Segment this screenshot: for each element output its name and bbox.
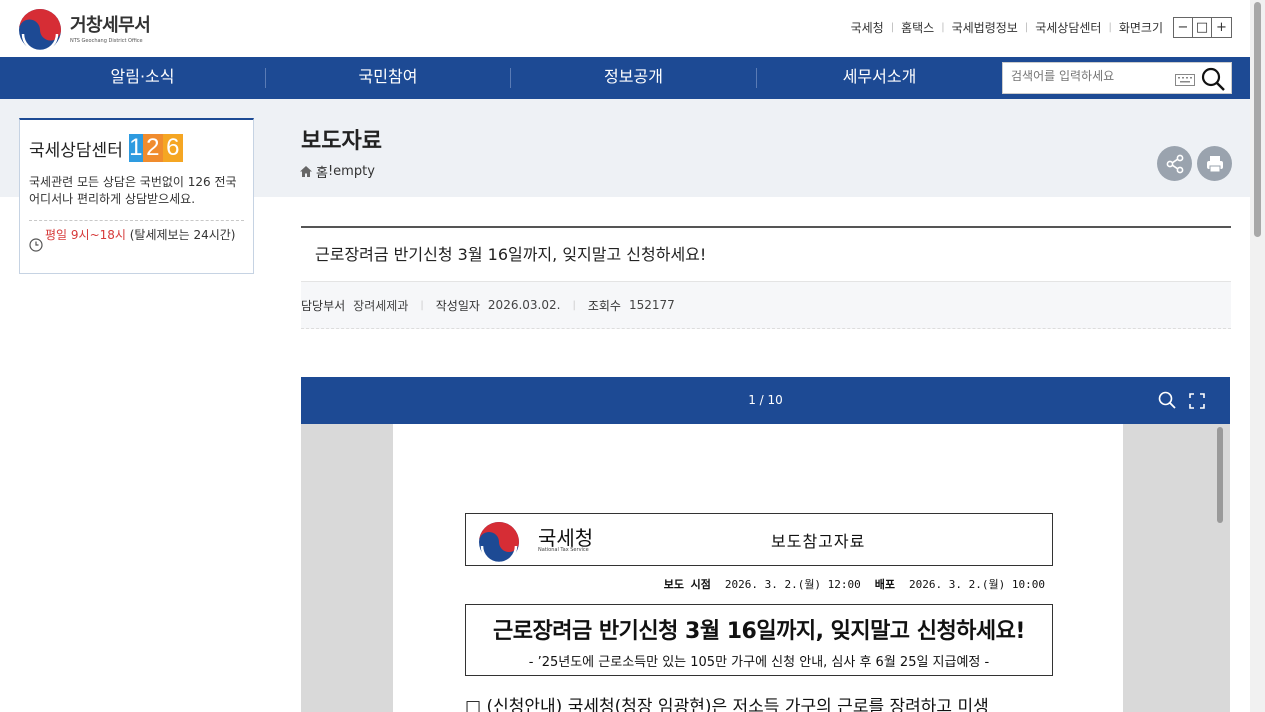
digit-6: 6 bbox=[162, 134, 183, 162]
page-title: 보도자료 bbox=[301, 129, 382, 154]
zoom-in-button[interactable]: + bbox=[1212, 18, 1231, 37]
distribute-label: 배포 bbox=[874, 578, 896, 591]
document-headline: 근로장려금 반기신청 3월 16일까지, 잊지말고 신청하세요! bbox=[493, 619, 1025, 644]
meta-divider: | bbox=[420, 299, 424, 311]
util-link-nts[interactable]: 국세청 bbox=[851, 19, 884, 36]
zoom-label: 화면크기 bbox=[1118, 21, 1163, 35]
util-divider: | bbox=[1108, 22, 1112, 33]
consult-title: 국세상담센터 bbox=[29, 140, 123, 161]
main-nav: 알림·소식 국민참여 정보공개 세무서소개 bbox=[0, 57, 1250, 99]
nav-item-participation[interactable]: 국민참여 bbox=[266, 57, 510, 99]
consult-hours: 평일 9시~18시 (탈세제보는 24시간) bbox=[29, 228, 251, 252]
search-icon[interactable] bbox=[1201, 67, 1225, 91]
consult-hours-weekday: 평일 9시~18시 bbox=[45, 228, 126, 242]
util-link-law-info[interactable]: 국세법령정보 bbox=[952, 19, 1018, 36]
print-icon bbox=[1206, 155, 1223, 172]
document-type: 보도참고자료 bbox=[771, 532, 866, 551]
zoom-out-button[interactable]: − bbox=[1174, 18, 1193, 37]
util-divider: | bbox=[1024, 22, 1029, 33]
meta-divider: | bbox=[572, 299, 576, 311]
digit-1: 1 bbox=[128, 134, 143, 162]
document-subhead: - ’25년도에 근로소득만 있는 105만 가구에 신청 안내, 심사 후 6… bbox=[528, 655, 990, 670]
consult-center-card[interactable]: 국세상담센터 1 2 6 국세관련 모든 상담은 국번없이 126 전국 어디서… bbox=[19, 118, 254, 274]
keyboard-icon[interactable] bbox=[1175, 74, 1195, 86]
consult-hours-note: (탈세제보는 24시간) bbox=[125, 228, 236, 242]
article-meta: 담당부서 장려세제과 | 작성일자 2026.03.02. | 조회수 1521… bbox=[301, 281, 1231, 329]
document-org-sub: National Tax Service bbox=[538, 547, 589, 553]
release-value: 2026. 3. 2.(월) 12:00 bbox=[724, 578, 861, 591]
site-logo[interactable]: 거창세무서 NTS Geochang District Office bbox=[18, 8, 151, 52]
utility-links: 국세청 | 홈택스 | 국세법령정보 | 국세상담센터 | 화면크기 − □ + bbox=[851, 17, 1232, 38]
page-scrollbar[interactable] bbox=[1250, 0, 1265, 712]
logo-title: 거창세무서 bbox=[70, 15, 151, 36]
breadcrumb: 홈 !empty bbox=[300, 162, 375, 181]
util-divider: | bbox=[890, 22, 895, 33]
breadcrumb-current: !empty bbox=[327, 164, 375, 179]
document-page: 국세청 National Tax Service 보도참고자료 보도 시점 202… bbox=[393, 424, 1123, 712]
document-header-box: 국세청 National Tax Service 보도참고자료 bbox=[465, 513, 1053, 566]
util-link-hometax[interactable]: 홈택스 bbox=[901, 19, 934, 36]
distribute-value: 2026. 3. 2.(월) 10:00 bbox=[909, 578, 1045, 591]
util-link-consult-center[interactable]: 국세상담센터 bbox=[1035, 19, 1101, 36]
release-label: 보도 시점 bbox=[663, 578, 711, 591]
util-divider: | bbox=[941, 22, 945, 33]
article-top-border bbox=[301, 226, 1231, 228]
share-icon bbox=[1166, 154, 1183, 173]
consult-number-126: 1 2 6 bbox=[128, 134, 183, 162]
zoom-reset-button[interactable]: □ bbox=[1193, 18, 1212, 37]
meta-views-label: 조회수 bbox=[587, 298, 621, 313]
consult-divider bbox=[29, 220, 244, 221]
zoom-controls: − □ + bbox=[1173, 17, 1232, 38]
viewer-search-icon[interactable] bbox=[1158, 391, 1176, 409]
document-body-line: □ (신청안내) 국세청(청장 임광현)은 저소득 가구의 근로를 장려하고 미… bbox=[465, 697, 989, 712]
taegeuk-logo-icon bbox=[19, 9, 61, 52]
viewer-toolbar: 1 / 10 bbox=[301, 377, 1230, 424]
meta-date-value: 2026.03.02. bbox=[487, 298, 561, 312]
clock-icon bbox=[29, 238, 43, 252]
fullscreen-icon[interactable] bbox=[1189, 393, 1205, 409]
share-button[interactable] bbox=[1157, 146, 1192, 181]
logo-subtitle: NTS Geochang District Office bbox=[70, 38, 143, 44]
document-viewer[interactable]: 1 / 10 국세청 National Tax Service 보도참고자료 보… bbox=[301, 377, 1230, 712]
viewer-scrollbar[interactable] bbox=[1217, 427, 1223, 523]
breadcrumb-home[interactable]: 홈 bbox=[316, 162, 328, 181]
nav-item-office-intro[interactable]: 세무서소개 bbox=[757, 57, 1002, 99]
meta-views-value: 152177 bbox=[628, 298, 675, 312]
meta-dept-value: 장려세제과 bbox=[353, 298, 409, 313]
page-scrollbar-thumb[interactable] bbox=[1254, 2, 1261, 237]
consult-description: 국세관련 모든 상담은 국번없이 126 전국 어디서나 편리하게 상담받으세요… bbox=[29, 175, 237, 206]
viewer-page-counter: 1 / 10 bbox=[748, 393, 783, 407]
home-icon bbox=[300, 166, 312, 177]
print-button[interactable] bbox=[1197, 146, 1232, 181]
article-title: 근로장려금 반기신청 3월 16일까지, 잊지말고 신청하세요! bbox=[315, 245, 707, 264]
search-box bbox=[1002, 62, 1232, 94]
meta-dept-label: 담당부서 bbox=[301, 298, 346, 313]
search-input[interactable] bbox=[1011, 69, 1161, 83]
digit-2: 2 bbox=[142, 134, 163, 162]
document-headline-box: 근로장려금 반기신청 3월 16일까지, 잊지말고 신청하세요! - ’25년도… bbox=[465, 604, 1053, 676]
nav-item-disclosure[interactable]: 정보공개 bbox=[511, 57, 756, 99]
document-release-info: 보도 시점 2026. 3. 2.(월) 12:00 배포 2026. 3. 2.(월… bbox=[465, 576, 1045, 592]
nav-item-news[interactable]: 알림·소식 bbox=[20, 57, 265, 99]
meta-date-label: 작성일자 bbox=[435, 298, 480, 313]
nts-logo-icon bbox=[479, 522, 519, 564]
site-header: 거창세무서 NTS Geochang District Office 국세청 |… bbox=[0, 0, 1250, 57]
